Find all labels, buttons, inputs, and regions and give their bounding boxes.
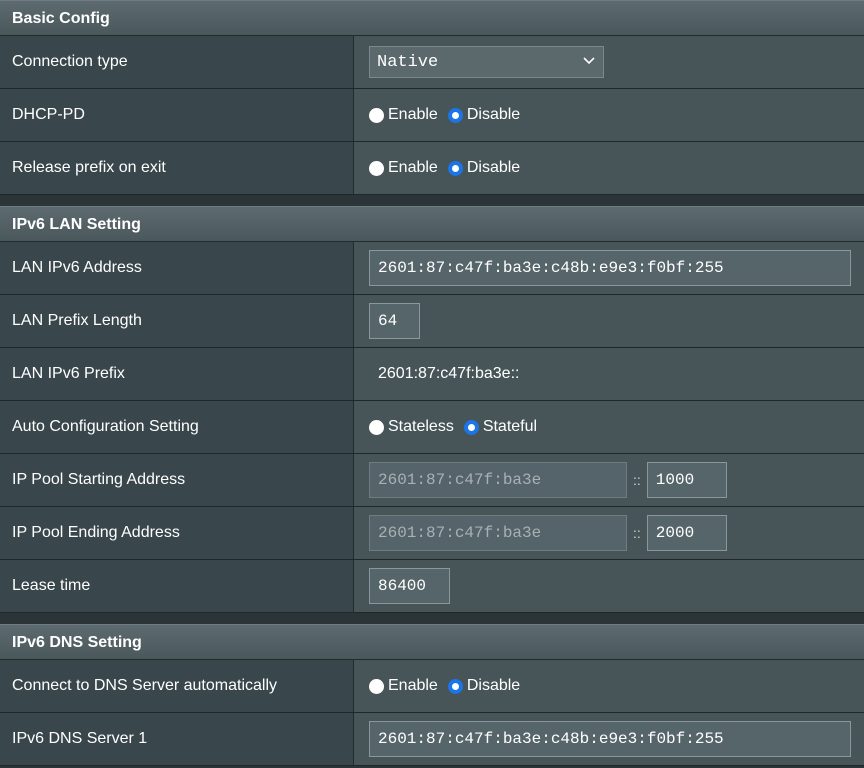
lan-ipv6-prefix-label: LAN IPv6 Prefix (0, 348, 354, 400)
auto-dns-disable-radio[interactable] (447, 678, 463, 694)
pool-end-prefix-input: 2601:87:c47f:ba3e (369, 515, 627, 551)
pool-end-separator: :: (633, 525, 641, 541)
dhcp-pd-disable-label[interactable]: Disable (467, 106, 520, 124)
row-lan-prefix-length: LAN Prefix Length 64 (0, 295, 864, 348)
row-dhcp-pd: DHCP-PD Enable Disable (0, 89, 864, 142)
row-connection-type: Connection type Native (0, 36, 864, 89)
row-auto-dns: Connect to DNS Server automatically Enab… (0, 660, 864, 713)
dhcp-pd-enable-radio[interactable] (369, 107, 384, 123)
section-gap (0, 195, 864, 206)
lan-ipv6-address-cell: 2601:87:c47f:ba3e:c48b:e9e3:f0bf:255 (354, 242, 864, 294)
release-prefix-label: Release prefix on exit (0, 142, 354, 194)
lan-prefix-length-input[interactable]: 64 (369, 303, 420, 339)
connection-type-value: Native (377, 52, 439, 72)
connection-type-label: Connection type (0, 36, 354, 88)
lease-time-cell: 86400 (354, 560, 864, 612)
dns1-cell: 2601:87:c47f:ba3e:c48b:e9e3:f0bf:255 (354, 713, 864, 765)
auto-dns-enable-label[interactable]: Enable (388, 677, 438, 695)
row-lan-ipv6-address: LAN IPv6 Address 2601:87:c47f:ba3e:c48b:… (0, 242, 864, 295)
pool-end-suffix-input[interactable]: 2000 (646, 515, 727, 551)
row-lan-ipv6-prefix: LAN IPv6 Prefix 2601:87:c47f:ba3e:: (0, 348, 864, 401)
chevron-down-icon (575, 55, 603, 69)
lease-time-label: Lease time (0, 560, 354, 612)
release-prefix-disable-label[interactable]: Disable (467, 159, 520, 177)
pool-start-cell: 2601:87:c47f:ba3e :: 1000 (354, 454, 864, 506)
dns1-input[interactable]: 2601:87:c47f:ba3e:c48b:e9e3:f0bf:255 (369, 721, 851, 757)
section-header-basic-config: Basic Config (0, 0, 864, 36)
section-header-ipv6-dns-setting: IPv6 DNS Setting (0, 624, 864, 660)
connection-type-cell: Native (354, 36, 864, 88)
dhcp-pd-radio-group: Enable Disable (354, 89, 864, 141)
auto-config-radio-group: Stateless Stateful (354, 401, 864, 453)
auto-config-stateless-radio[interactable] (369, 419, 384, 435)
dhcp-pd-disable-radio[interactable] (447, 107, 463, 123)
row-ip-pool-end: IP Pool Ending Address 2601:87:c47f:ba3e… (0, 507, 864, 560)
pool-end-cell: 2601:87:c47f:ba3e :: 2000 (354, 507, 864, 559)
auto-config-stateless-label[interactable]: Stateless (388, 418, 454, 436)
release-prefix-enable-label[interactable]: Enable (388, 159, 438, 177)
lan-ipv6-prefix-value: 2601:87:c47f:ba3e:: (378, 365, 520, 382)
auto-dns-label: Connect to DNS Server automatically (0, 660, 354, 712)
lan-ipv6-prefix-cell: 2601:87:c47f:ba3e:: (354, 348, 864, 400)
lan-ipv6-address-label: LAN IPv6 Address (0, 242, 354, 294)
row-ipv6-dns-server-1: IPv6 DNS Server 1 2601:87:c47f:ba3e:c48b… (0, 713, 864, 766)
section-gap (0, 613, 864, 624)
row-lease-time: Lease time 86400 (0, 560, 864, 613)
connection-type-select[interactable]: Native (369, 46, 604, 78)
lease-time-input[interactable]: 86400 (369, 568, 450, 604)
section-header-ipv6-lan-setting: IPv6 LAN Setting (0, 206, 864, 242)
lan-prefix-length-label: LAN Prefix Length (0, 295, 354, 347)
pool-start-label: IP Pool Starting Address (0, 454, 354, 506)
pool-start-separator: :: (633, 472, 641, 488)
dhcp-pd-label: DHCP-PD (0, 89, 354, 141)
auto-dns-disable-label[interactable]: Disable (467, 677, 520, 695)
pool-start-suffix-input[interactable]: 1000 (646, 462, 727, 498)
release-prefix-disable-radio[interactable] (447, 160, 463, 176)
auto-config-stateful-radio[interactable] (463, 419, 479, 435)
auto-config-stateful-label[interactable]: Stateful (483, 418, 537, 436)
ipv6-settings-page: Basic Config Connection type Native DHCP… (0, 0, 864, 768)
row-ip-pool-start: IP Pool Starting Address 2601:87:c47f:ba… (0, 454, 864, 507)
pool-end-label: IP Pool Ending Address (0, 507, 354, 559)
pool-start-prefix-input: 2601:87:c47f:ba3e (369, 462, 627, 498)
auto-config-label: Auto Configuration Setting (0, 401, 354, 453)
row-auto-configuration: Auto Configuration Setting Stateless Sta… (0, 401, 864, 454)
lan-prefix-length-cell: 64 (354, 295, 864, 347)
auto-dns-radio-group: Enable Disable (354, 660, 864, 712)
release-prefix-radio-group: Enable Disable (354, 142, 864, 194)
row-release-prefix: Release prefix on exit Enable Disable (0, 142, 864, 195)
dhcp-pd-enable-label[interactable]: Enable (388, 106, 438, 124)
dns1-label: IPv6 DNS Server 1 (0, 713, 354, 765)
auto-dns-enable-radio[interactable] (369, 678, 384, 694)
release-prefix-enable-radio[interactable] (369, 160, 384, 176)
lan-ipv6-address-input[interactable]: 2601:87:c47f:ba3e:c48b:e9e3:f0bf:255 (369, 250, 851, 286)
